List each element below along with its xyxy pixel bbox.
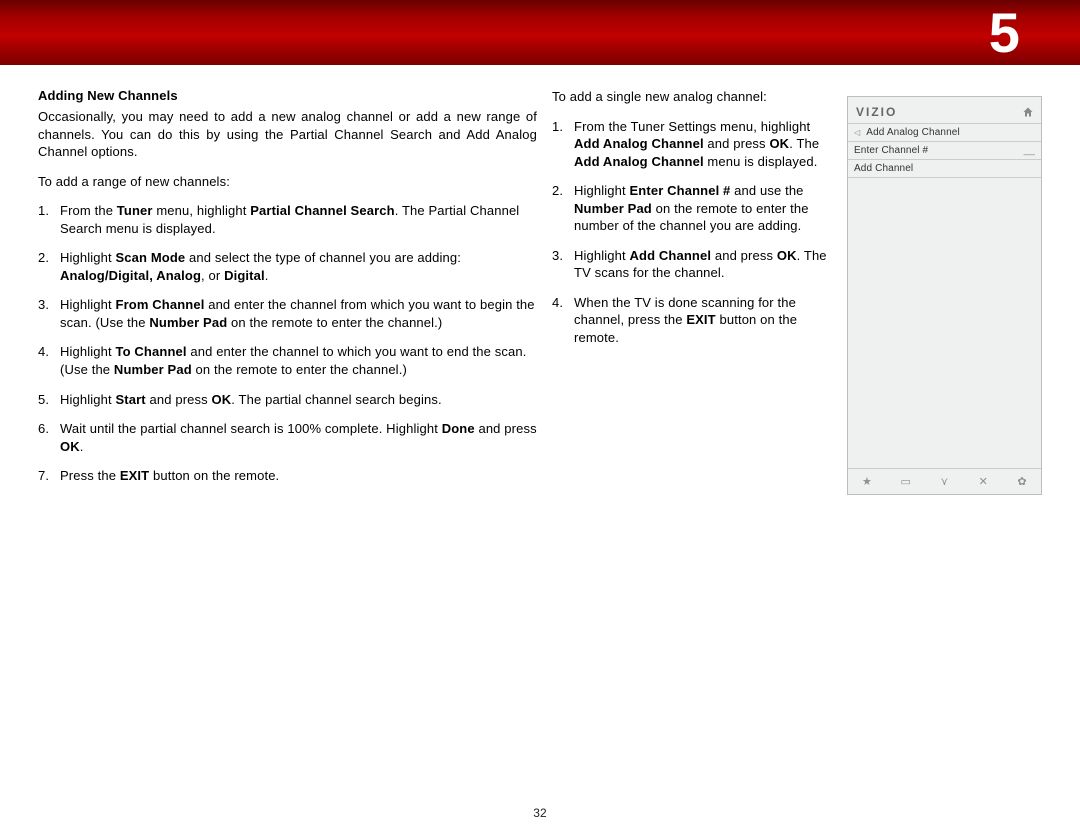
tv-row-value: __	[1024, 145, 1035, 156]
right-column: VIZIO ◁ Add Analog Channel Enter Channel…	[847, 88, 1042, 497]
step: Highlight From Channel and enter the cha…	[38, 296, 537, 331]
step: Press the EXIT button on the remote.	[38, 467, 537, 485]
step: From the Tuner menu, highlight Partial C…	[38, 202, 537, 237]
tv-header: VIZIO	[848, 97, 1041, 124]
tv-title-row: ◁ Add Analog Channel	[848, 124, 1041, 142]
step: From the Tuner Settings menu, highlight …	[552, 118, 832, 171]
tv-footer: ★ ▭ ⋎ ✕ ✿	[848, 468, 1041, 494]
chapter-number: 5	[989, 0, 1020, 65]
tv-body-empty	[848, 178, 1041, 468]
step: Highlight Add Channel and press OK. The …	[552, 247, 832, 282]
tv-menu-title: Add Analog Channel	[866, 127, 1035, 138]
close-icon: ✕	[974, 475, 992, 488]
left-column: Adding New Channels Occasionally, you ma…	[38, 88, 537, 497]
cc-icon: ▭	[897, 475, 915, 488]
content-columns: Adding New Channels Occasionally, you ma…	[38, 88, 1042, 497]
lead-range: To add a range of new channels:	[38, 173, 537, 191]
tv-row-label: Add Channel	[854, 163, 1035, 174]
intro-paragraph: Occasionally, you may need to add a new …	[38, 108, 537, 161]
home-icon	[1023, 107, 1033, 117]
step: Highlight Enter Channel # and use the Nu…	[552, 182, 832, 235]
tv-row-enter-channel: Enter Channel # __	[848, 142, 1041, 160]
steps-single: From the Tuner Settings menu, highlight …	[552, 118, 832, 347]
chapter-banner: 5	[0, 0, 1080, 65]
gear-icon: ✿	[1013, 475, 1031, 488]
tv-row-add-channel: Add Channel	[848, 160, 1041, 178]
step: Highlight Scan Mode and select the type …	[38, 249, 537, 284]
tv-row-label: Enter Channel #	[854, 145, 1024, 156]
vizio-logo: VIZIO	[856, 105, 897, 119]
lead-single: To add a single new analog channel:	[552, 88, 832, 106]
steps-range: From the Tuner menu, highlight Partial C…	[38, 202, 537, 485]
v-icon: ⋎	[936, 475, 954, 488]
middle-column: To add a single new analog channel: From…	[552, 88, 832, 497]
back-triangle-icon: ◁	[854, 128, 860, 137]
step: Highlight Start and press OK. The partia…	[38, 391, 537, 409]
step: When the TV is done scanning for the cha…	[552, 294, 832, 347]
heading-adding-new-channels: Adding New Channels	[38, 88, 537, 103]
step: Highlight To Channel and enter the chann…	[38, 343, 537, 378]
star-icon: ★	[858, 475, 876, 488]
page-number: 32	[0, 806, 1080, 820]
tv-menu-mock: VIZIO ◁ Add Analog Channel Enter Channel…	[847, 96, 1042, 495]
step: Wait until the partial channel search is…	[38, 420, 537, 455]
